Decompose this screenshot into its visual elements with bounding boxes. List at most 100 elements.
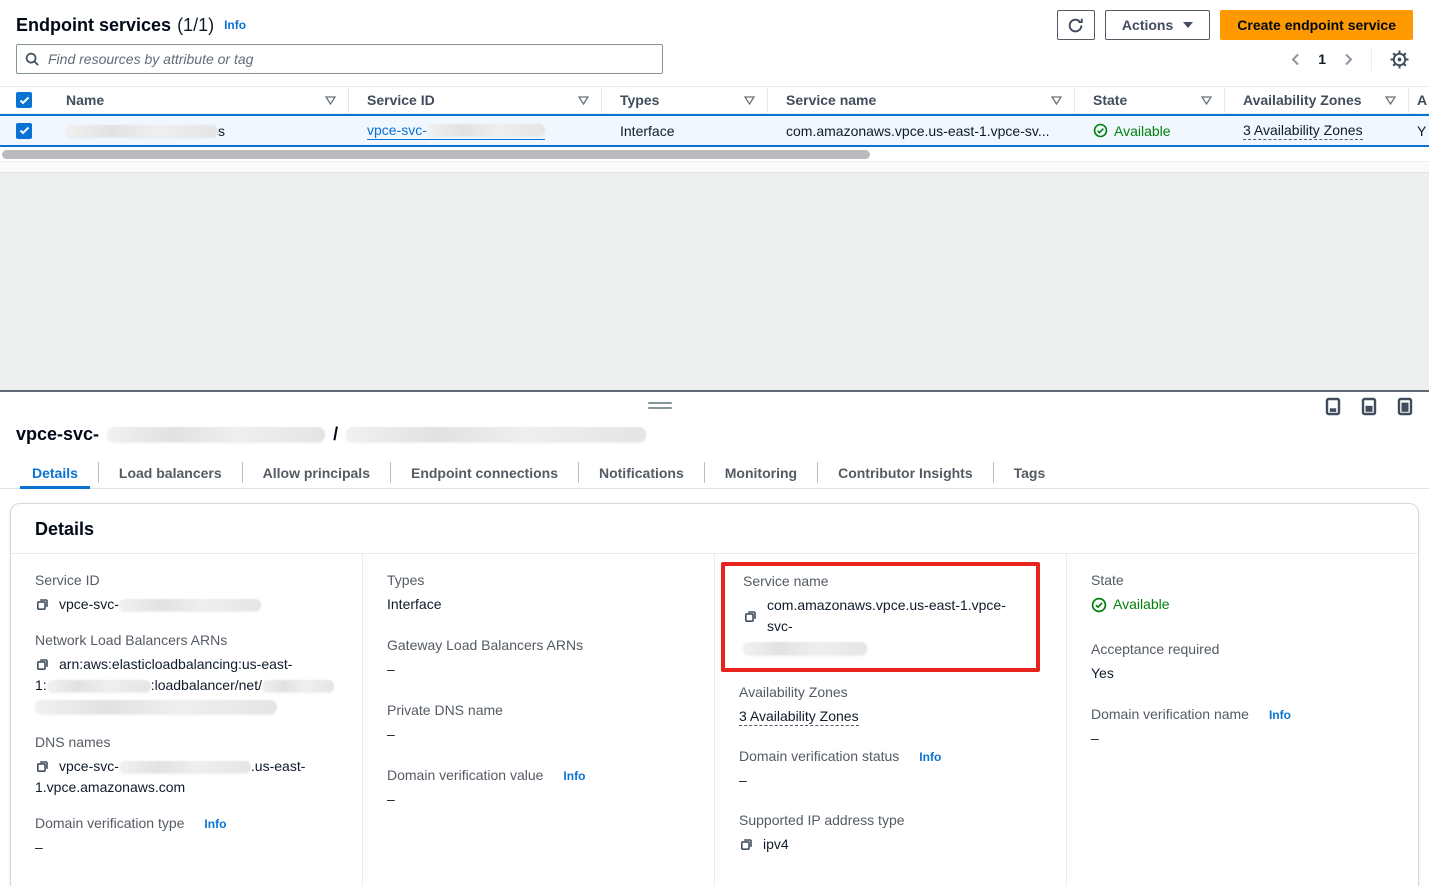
filter-icon[interactable] [1051,96,1062,105]
tab-monitoring[interactable]: Monitoring [705,457,817,488]
info-link[interactable]: Info [919,750,941,764]
caret-down-icon [1183,22,1193,28]
redacted-service-name-title [346,427,646,442]
horizontal-scrollbar [2,150,1427,159]
endpoint-services-list-section: Endpoint services (1/1) Info Actions Cre… [0,0,1429,173]
endpoint-services-table: Name Service ID Types Service name State… [0,86,1429,173]
tab-endpoint-connections[interactable]: Endpoint connections [391,457,578,488]
select-all-checkbox[interactable] [16,92,32,108]
cell-acceptance-cut: Y [1409,116,1429,145]
search-box[interactable] [16,44,663,74]
column-header-state[interactable]: State [1075,87,1225,113]
availability-zones-link[interactable]: 3 Availability Zones [1243,122,1363,140]
copy-icon[interactable] [35,597,50,612]
field-supported-ip: Supported IP address type ipv4 [739,812,1042,855]
copy-icon[interactable] [743,609,758,624]
column-header-types[interactable]: Types [602,87,768,113]
page-header: Endpoint services (1/1) Info Actions Cre… [0,0,1429,40]
empty-background [0,173,1429,390]
horizontal-scrollbar-thumb[interactable] [2,150,870,159]
column-header-name[interactable]: Name [48,87,349,113]
tools-divider [1371,47,1372,71]
refresh-icon [1067,17,1084,34]
table-header-row: Name Service ID Types Service name State… [0,86,1429,114]
field-state: State Available [1091,572,1394,619]
field-service-id: Service ID vpce-svc- [35,572,338,615]
cell-name: s [48,116,349,145]
redacted-text [262,680,334,692]
info-link[interactable]: Info [563,769,585,783]
cell-service-name: com.amazonaws.vpce.us-east-1.vpce-sv... [768,116,1075,145]
field-acceptance-required: Acceptance required Yes [1091,641,1394,684]
availability-zones-link[interactable]: 3 Availability Zones [739,708,859,726]
tab-tags[interactable]: Tags [994,457,1066,488]
redacted-text [743,642,867,655]
field-nlb-arns: Network Load Balancers ARNs arn:aws:elas… [35,632,338,717]
tab-notifications[interactable]: Notifications [579,457,704,488]
details-card-heading: Details [11,504,1418,554]
panel-size-large-icon[interactable] [1397,397,1413,416]
detail-split-panel: vpce-svc- / Details Load balancers Allow… [0,392,1429,881]
field-dns-names: DNS names vpce-svc-.us-east- 1.vpce.amaz… [35,734,338,798]
filter-icon[interactable] [1201,96,1212,105]
filter-icon[interactable] [1385,96,1396,105]
row-checkbox[interactable] [16,123,32,139]
pagination-next-button[interactable] [1340,49,1357,70]
copy-icon[interactable] [739,837,754,852]
column-header-service-name[interactable]: Service name [768,87,1075,113]
details-column-4: State Available Acceptance required Yes [1066,554,1418,886]
panel-drag-handle[interactable] [648,402,672,409]
info-link[interactable]: Info [204,817,226,831]
field-domain-verification-type: Domain verification type Info – [35,815,338,858]
redacted-text [47,680,151,692]
field-availability-zones: Availability Zones 3 Availability Zones [739,684,1042,727]
create-endpoint-service-button[interactable]: Create endpoint service [1220,10,1413,40]
search-icon [25,52,40,67]
tab-contributor-insights[interactable]: Contributor Insights [818,457,993,488]
page-title: Endpoint services [16,15,171,36]
redacted-service-id [427,124,545,136]
field-glb-arns: Gateway Load Balancers ARNs – [387,637,690,680]
details-card: Details Service ID vpce-svc- Network Loa… [10,503,1419,886]
field-domain-verification-value: Domain verification value Info – [387,767,690,810]
refresh-button[interactable] [1057,10,1095,40]
details-column-3: Service name com.amazonaws.vpce.us-east-… [714,554,1066,886]
filter-icon[interactable] [325,96,336,105]
field-service-name: Service name com.amazonaws.vpce.us-east-… [743,573,1028,658]
tab-allow-principals[interactable]: Allow principals [243,457,390,488]
field-types: Types Interface [387,572,690,615]
filter-icon[interactable] [578,96,589,105]
details-column-1: Service ID vpce-svc- Network Load Balanc… [11,554,362,886]
service-name-highlight-box: Service name com.amazonaws.vpce.us-east-… [721,562,1040,672]
field-domain-verification-name: Domain verification name Info – [1091,706,1394,749]
panel-title: vpce-svc- / [0,418,1429,445]
redacted-service-id-title [107,427,325,442]
field-domain-verification-status: Domain verification status Info – [739,748,1042,791]
table-row-selected[interactable]: s vpce-svc- Interface com.amazonaws.vpce… [0,114,1429,147]
panel-tabs: Details Load balancers Allow principals … [0,457,1429,489]
field-private-dns: Private DNS name – [387,702,690,745]
search-input[interactable] [48,51,654,67]
tab-details[interactable]: Details [12,457,98,488]
cell-availability-zones: 3 Availability Zones [1225,116,1409,145]
copy-icon[interactable] [35,759,50,774]
service-id-link[interactable]: vpce-svc- [367,122,545,140]
panel-size-small-icon[interactable] [1325,397,1341,416]
column-header-service-id[interactable]: Service ID [349,87,602,113]
settings-gear-button[interactable] [1386,46,1413,73]
copy-icon[interactable] [35,657,50,672]
column-header-availability-zones[interactable]: Availability Zones [1225,87,1409,113]
pagination-prev-button[interactable] [1287,49,1304,70]
info-link[interactable]: Info [1269,708,1291,722]
pagination-current-page[interactable]: 1 [1310,51,1334,67]
tab-load-balancers[interactable]: Load balancers [99,457,242,488]
table-footer-strip [0,161,1429,173]
panel-size-medium-icon[interactable] [1361,397,1377,416]
actions-button[interactable]: Actions [1105,10,1210,40]
redacted-text [119,761,251,773]
header-info-link[interactable]: Info [224,18,246,32]
filter-row: 1 [0,40,1429,74]
redacted-text [35,700,277,714]
filter-icon[interactable] [744,96,755,105]
column-header-acceptance-cut[interactable]: A [1409,87,1429,113]
